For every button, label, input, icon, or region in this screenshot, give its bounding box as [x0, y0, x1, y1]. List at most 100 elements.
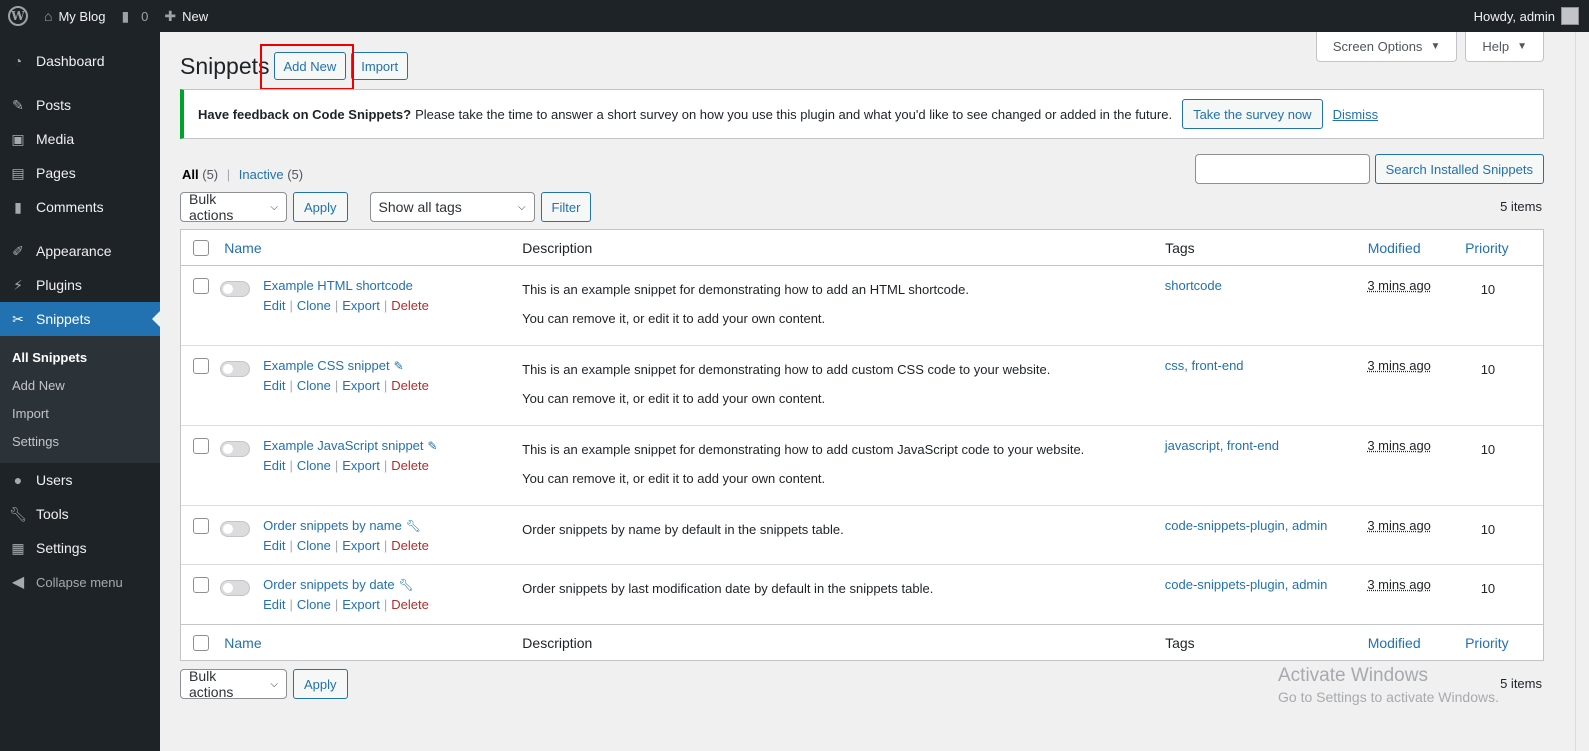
dismiss-link[interactable]: Dismiss	[1333, 107, 1379, 122]
export-link[interactable]: Export	[342, 597, 380, 612]
chevron-down-icon: ⌵	[270, 201, 278, 213]
modified-column-header[interactable]: Modified	[1368, 240, 1421, 256]
comments-link[interactable]: ▮ 0	[113, 0, 156, 32]
import-button[interactable]: Import	[351, 52, 409, 80]
collapse-menu-button[interactable]: ◀ Collapse menu	[0, 565, 160, 599]
status-filter-links: All (5) | Inactive (5)	[182, 167, 303, 182]
row-checkbox[interactable]	[193, 358, 209, 374]
clone-link[interactable]: Clone	[297, 538, 331, 553]
name-column-header[interactable]: Name	[224, 635, 261, 651]
edit-link[interactable]: Edit	[263, 378, 285, 393]
triangle-down-icon: ▼	[1517, 41, 1527, 52]
export-link[interactable]: Export	[342, 458, 380, 473]
items-count: 5 items	[1500, 199, 1542, 214]
sidebar-item-pages[interactable]: ▤ Pages	[0, 156, 160, 190]
my-account-link[interactable]: Howdy, admin	[1466, 0, 1589, 32]
export-link[interactable]: Export	[342, 298, 380, 313]
delete-link[interactable]: Delete	[391, 298, 429, 313]
activation-toggle[interactable]	[220, 361, 251, 377]
priority-value: 10	[1480, 581, 1496, 596]
sidebar-item-tools[interactable]: 🔧︎ Tools	[0, 497, 160, 531]
submenu-item-import[interactable]: Import	[0, 399, 160, 427]
bulk-actions-select[interactable]: Bulk actions ⌵	[180, 191, 287, 223]
row-checkbox[interactable]	[193, 577, 209, 593]
activation-toggle[interactable]	[220, 281, 251, 297]
snippet-title-link[interactable]: Order snippets by date	[263, 577, 395, 592]
filter-all-count: (5)	[202, 167, 219, 182]
snippet-title-link[interactable]: Example CSS snippet	[263, 358, 389, 373]
edit-link[interactable]: Edit	[263, 538, 285, 553]
dashboard-icon: ◔	[13, 53, 23, 69]
snippet-title-link[interactable]: Example JavaScript snippet	[263, 438, 423, 453]
select-all-checkbox[interactable]	[193, 634, 209, 651]
sidebar-item-label: Tools	[36, 506, 69, 522]
filter-button[interactable]: Filter	[540, 192, 592, 222]
snippet-tags[interactable]: shortcode	[1165, 266, 1368, 345]
sidebar-item-comments[interactable]: ▮ Comments	[0, 190, 160, 224]
tags-filter-select[interactable]: Show all tags ⌵	[369, 192, 535, 222]
items-count: 5 items	[1500, 676, 1542, 691]
clone-link[interactable]: Clone	[297, 597, 331, 612]
search-snippets-button[interactable]: Search Installed Snippets	[1374, 154, 1544, 184]
snippet-tags[interactable]: css, front-end	[1165, 346, 1368, 425]
sidebar-item-users[interactable]: ● Users	[0, 463, 160, 497]
snippet-tags[interactable]: javascript, front-end	[1165, 426, 1368, 505]
sidebar-item-dashboard[interactable]: ◔ Dashboard	[0, 44, 160, 78]
submenu-item-settings[interactable]: Settings	[0, 427, 160, 455]
sidebar-item-snippets[interactable]: ✂ Snippets	[0, 302, 160, 336]
snippet-title-link[interactable]: Example HTML shortcode	[263, 278, 413, 293]
delete-link[interactable]: Delete	[391, 378, 429, 393]
page-scrollbar[interactable]	[1575, 32, 1589, 751]
edit-link[interactable]: Edit	[263, 597, 285, 612]
sliders-icon: ▦	[11, 539, 25, 556]
take-survey-button[interactable]: Take the survey now	[1182, 99, 1323, 129]
help-button[interactable]: Help ▼	[1465, 32, 1544, 62]
site-name-link[interactable]: ⌂ My Blog	[36, 0, 113, 32]
clone-link[interactable]: Clone	[297, 378, 331, 393]
submenu-item-add-new[interactable]: Add New	[0, 371, 160, 399]
delete-link[interactable]: Delete	[391, 538, 429, 553]
sidebar-item-settings[interactable]: ▦ Settings	[0, 531, 160, 565]
filter-separator: |	[226, 167, 231, 182]
wordpress-logo-button[interactable]: W	[0, 0, 36, 32]
row-checkbox[interactable]	[193, 518, 209, 534]
apply-button[interactable]: Apply	[293, 192, 348, 222]
row-checkbox[interactable]	[193, 278, 209, 294]
edit-link[interactable]: Edit	[263, 298, 285, 313]
edit-link[interactable]: Edit	[263, 458, 285, 473]
apply-button[interactable]: Apply	[293, 669, 348, 699]
howdy-label: Howdy, admin	[1473, 8, 1555, 24]
delete-link[interactable]: Delete	[391, 597, 429, 612]
plus-icon: ✚	[164, 7, 177, 24]
sidebar-item-posts[interactable]: ✎ Posts	[0, 88, 160, 122]
delete-link[interactable]: Delete	[391, 458, 429, 473]
filter-all-link[interactable]: All	[182, 167, 199, 182]
search-input[interactable]	[1194, 154, 1370, 184]
select-all-checkbox[interactable]	[193, 239, 209, 256]
name-column-header[interactable]: Name	[224, 240, 261, 256]
screen-options-button[interactable]: Screen Options ▼	[1315, 32, 1458, 62]
priority-column-header[interactable]: Priority	[1465, 635, 1509, 651]
tags-column-header: Tags	[1165, 634, 1195, 651]
clone-link[interactable]: Clone	[297, 458, 331, 473]
snippet-title-link[interactable]: Order snippets by name	[263, 518, 402, 533]
admin-bar: W ⌂ My Blog ▮ 0 ✚ New Howdy, admin	[0, 0, 1589, 32]
submenu-item-all-snippets[interactable]: All Snippets	[0, 343, 160, 371]
activation-toggle[interactable]	[220, 441, 251, 457]
clone-link[interactable]: Clone	[297, 298, 331, 313]
activation-toggle[interactable]	[220, 521, 251, 537]
sidebar-item-media[interactable]: ▣ Media	[0, 122, 160, 156]
export-link[interactable]: Export	[342, 538, 380, 553]
priority-column-header[interactable]: Priority	[1465, 240, 1509, 256]
sidebar-item-plugins[interactable]: ⚡ Plugins	[0, 268, 160, 302]
bulk-actions-select[interactable]: Bulk actions ⌵	[180, 668, 287, 700]
snippet-tags[interactable]: code-snippets-plugin, admin	[1165, 506, 1368, 564]
row-checkbox[interactable]	[193, 438, 209, 454]
new-content-link[interactable]: ✚ New	[156, 0, 216, 32]
export-link[interactable]: Export	[342, 378, 380, 393]
filter-inactive-link[interactable]: Inactive	[239, 167, 284, 182]
modified-column-header[interactable]: Modified	[1368, 635, 1421, 651]
snippet-tags[interactable]: code-snippets-plugin, admin	[1165, 565, 1368, 624]
activation-toggle[interactable]	[220, 580, 251, 596]
sidebar-item-appearance[interactable]: ✐ Appearance	[0, 234, 160, 268]
